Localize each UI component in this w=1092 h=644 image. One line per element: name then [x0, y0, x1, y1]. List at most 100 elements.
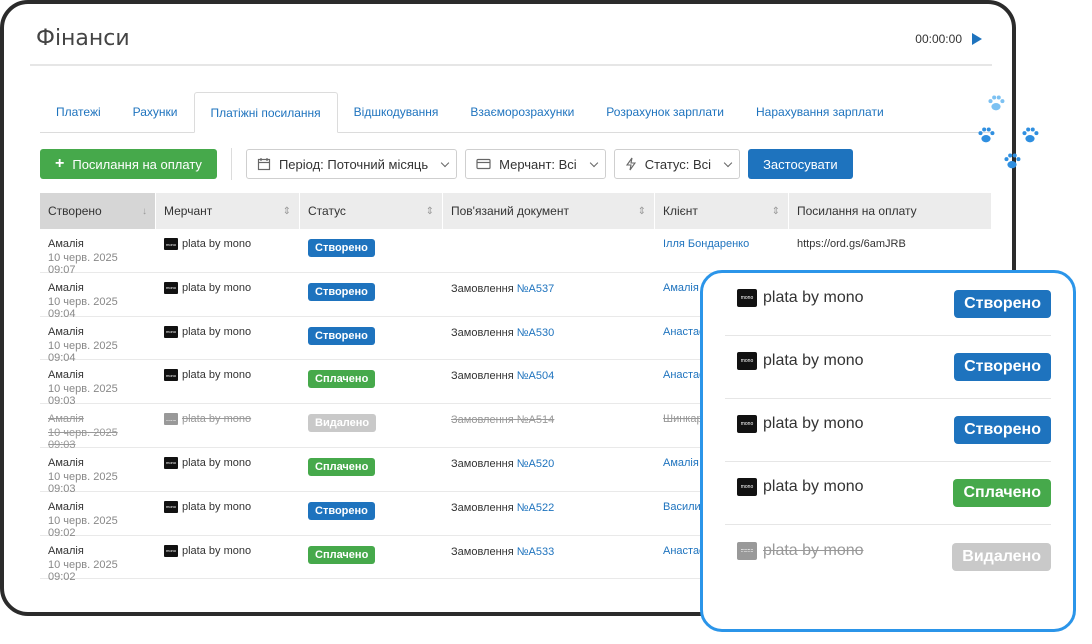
status-cell: Створено	[300, 317, 443, 360]
merchant-name: plata by mono	[182, 325, 252, 338]
column-client[interactable]: Клієнт ⇕	[655, 193, 789, 229]
period-filter[interactable]: Період: Поточний місяць	[245, 149, 458, 179]
client-link[interactable]: Анастас	[663, 369, 705, 381]
column-label: Мерчант	[164, 204, 213, 218]
merchant-name: plata by mono	[182, 238, 252, 250]
mono-logo-icon: mono	[737, 478, 757, 496]
creator-name: Амалія	[48, 500, 84, 513]
play-icon[interactable]	[972, 33, 982, 45]
tab-item[interactable]: Відшкодування	[338, 92, 455, 132]
lightning-icon	[625, 157, 636, 171]
document-cell: Замовлення №A522	[443, 492, 655, 535]
paw-decoration	[975, 90, 1055, 180]
column-created[interactable]: Створено ↓	[40, 193, 156, 229]
paw-icon	[1022, 127, 1039, 143]
zoomed-status-panel: mono plata by mono Створено mono plata by …	[700, 270, 1076, 632]
created-cell: Амалія 10 черв. 2025 09:03	[40, 448, 156, 495]
column-label: Пов'язаний документ	[451, 204, 569, 218]
tab-item[interactable]: Рахунки	[117, 92, 194, 132]
merchant-filter[interactable]: Мерчант: Всі	[465, 149, 606, 179]
payment-link[interactable]: https://ord.gs/6amJRB	[797, 238, 906, 250]
arrow-down-icon: ↓	[142, 205, 147, 217]
document-cell	[443, 229, 655, 272]
document-link[interactable]: №A504	[517, 370, 555, 382]
created-cell: Амалія 10 черв. 2025 09:04	[40, 317, 156, 364]
document-link[interactable]: №A514	[517, 414, 555, 426]
document-link[interactable]: №A522	[517, 502, 555, 514]
merchant-name: plata by mono	[763, 289, 864, 306]
tab-bar: Платежі Рахунки Платіжні посилання Відшкоду…	[40, 92, 992, 133]
merchant-name: plata by mono	[763, 478, 864, 495]
status-badge: Створено	[308, 326, 375, 345]
table-header: Створено ↓ Мерчант ⇕ Статус ⇕ Пов'язаний до…	[40, 193, 992, 229]
add-payment-link-button[interactable]: + Посилання на оплату	[40, 149, 217, 179]
header-divider	[30, 64, 992, 66]
column-label: Клієнт	[663, 204, 698, 218]
tab-item[interactable]: Платіжні посилання	[193, 92, 338, 133]
paw-icon	[978, 127, 995, 143]
sort-icon: ⇕	[771, 205, 780, 217]
client-link[interactable]: Ілля Бондаренко	[663, 238, 749, 250]
column-status[interactable]: Статус ⇕	[300, 193, 443, 229]
tab-item[interactable]: Нарахування зарплати	[740, 92, 900, 132]
document-cell: Замовлення №A504	[443, 360, 655, 403]
merchant-name: plata by mono	[182, 456, 252, 469]
merchant-cell: mono plata by mono	[156, 448, 300, 491]
document-link[interactable]: №A520	[517, 458, 555, 470]
plus-icon: +	[55, 155, 65, 172]
timer-value: 00:00:00	[915, 32, 962, 46]
creator-name: Амалія	[48, 369, 84, 382]
merchant-name: plata by mono	[182, 500, 252, 513]
status-cell: Сплачено	[300, 536, 443, 579]
column-merchant[interactable]: Мерчант ⇕	[156, 193, 300, 229]
client-link[interactable]: Шинкар	[663, 413, 703, 425]
zoomed-merchant: mono plata by mono	[737, 415, 864, 433]
merchant-cell: mono plata by mono	[156, 229, 300, 272]
toolbar-divider	[230, 148, 232, 180]
document-link[interactable]: №A533	[517, 546, 555, 558]
payment-link-cell: https://ord.gs/6amJRB	[789, 229, 992, 272]
status-cell: Створено	[300, 273, 443, 316]
mono-logo-icon: mono	[737, 541, 757, 560]
merchant-name: plata by mono	[763, 541, 864, 559]
status-filter[interactable]: Статус: Всі	[613, 149, 741, 179]
client-link[interactable]: Василиі	[663, 501, 703, 513]
merchant-cell: mono plata by mono	[156, 273, 300, 316]
document-type: Замовлення	[451, 326, 514, 339]
timer[interactable]: 00:00:00	[915, 32, 982, 46]
sort-icon: ⇕	[425, 205, 434, 217]
tab-item[interactable]: Платежі	[40, 92, 117, 132]
created-cell: Амалія 10 черв. 2025 09:02	[40, 536, 156, 583]
zoomed-row: mono plata by mono Видалено	[725, 525, 1051, 588]
tab-item[interactable]: Розрахунок зарплати	[590, 92, 740, 132]
document-type: Замовлення	[451, 501, 514, 514]
mono-logo-icon: mono	[164, 456, 178, 469]
status-badge: Створено	[954, 353, 1051, 381]
zoomed-row: mono plata by mono Сплачено	[725, 462, 1051, 525]
column-document[interactable]: Пов'язаний документ ⇕	[443, 193, 655, 229]
creator-name: Амалія	[48, 544, 84, 557]
column-label: Створено	[48, 204, 102, 218]
paw-icon	[1004, 153, 1021, 169]
status-badge: Видалено	[308, 414, 377, 433]
zoomed-row: mono plata by mono Створено	[725, 336, 1051, 399]
mono-logo-icon: mono	[737, 415, 757, 433]
chevron-down-icon	[723, 158, 733, 167]
client-link[interactable]: Анастас	[663, 545, 705, 557]
tab-item[interactable]: Взаєморозрахунки	[454, 92, 590, 132]
mono-logo-icon: mono	[164, 238, 178, 250]
merchant-filter-label: Мерчант: Всі	[499, 156, 577, 172]
mono-logo-icon: mono	[164, 544, 178, 557]
status-filter-label: Статус: Всі	[644, 156, 712, 172]
zoomed-merchant: mono plata by mono	[737, 541, 864, 560]
apply-button[interactable]: Застосувати	[748, 149, 853, 179]
column-payment-link[interactable]: Посилання на оплату	[789, 193, 992, 229]
zoomed-merchant: mono plata by mono	[737, 352, 864, 370]
status-badge: Видалено	[952, 542, 1051, 571]
document-link[interactable]: №A530	[517, 327, 555, 339]
client-link[interactable]: Анастас	[663, 326, 705, 338]
table-row[interactable]: Амалія 10 черв. 2025 09:07 mono plata by …	[40, 229, 992, 276]
document-link[interactable]: №A537	[517, 283, 555, 295]
column-label: Посилання на оплату	[797, 204, 917, 218]
toolbar: + Посилання на оплату Період: Поточний м…	[40, 148, 853, 180]
